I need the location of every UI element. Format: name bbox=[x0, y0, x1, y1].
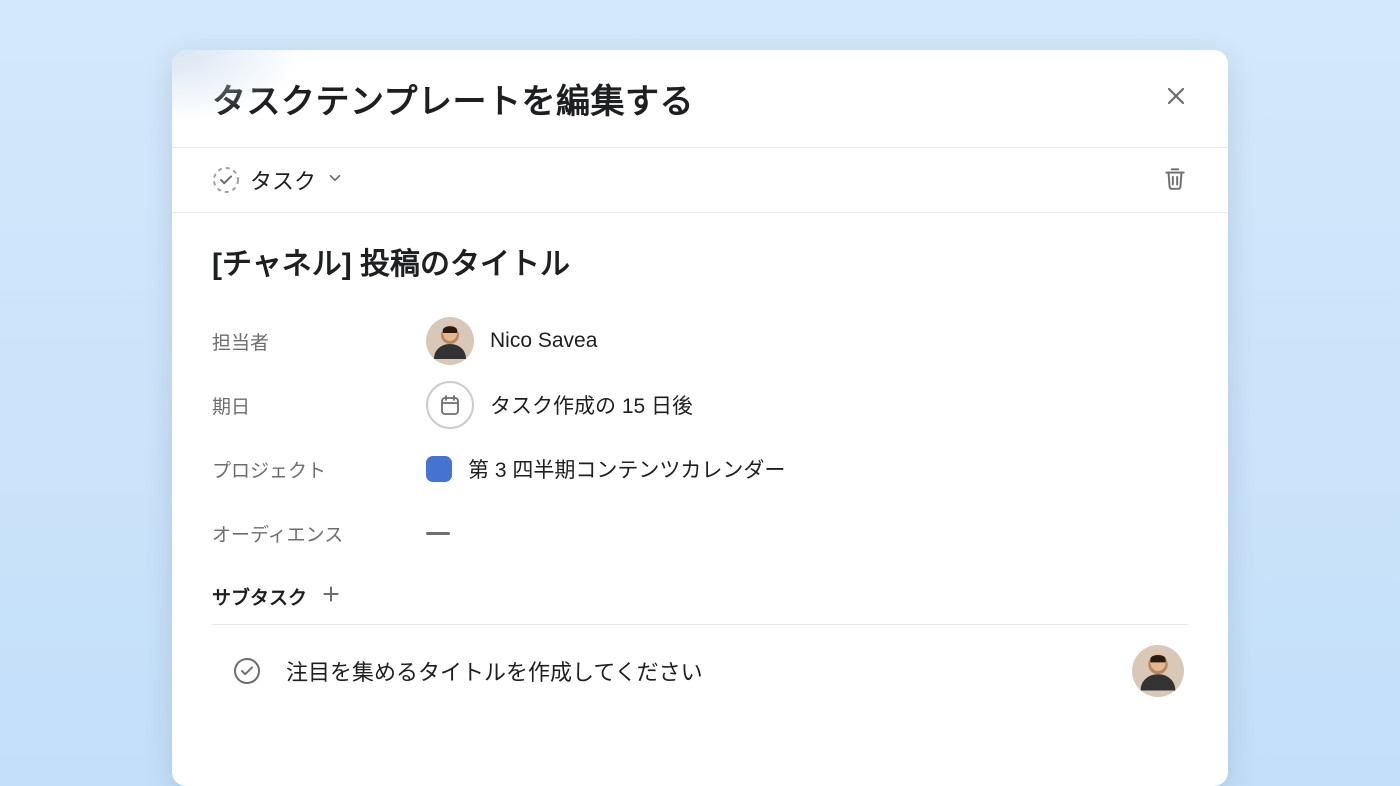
task-template-modal: タスクテンプレートを編集する タスク bbox=[172, 50, 1228, 786]
due-date-text: タスク作成の 15 日後 bbox=[490, 390, 693, 420]
modal-header: タスクテンプレートを編集する bbox=[172, 50, 1228, 148]
due-date-value: タスク作成の 15 日後 bbox=[426, 381, 693, 429]
assignee-name: Nico Savea bbox=[490, 329, 597, 353]
assignee-value: Nico Savea bbox=[426, 317, 597, 365]
audience-label: オーディエンス bbox=[212, 520, 426, 547]
delete-button[interactable] bbox=[1162, 165, 1188, 196]
trash-icon bbox=[1162, 165, 1188, 196]
audience-field[interactable]: オーディエンス bbox=[212, 501, 1188, 565]
add-subtask-button[interactable] bbox=[321, 584, 341, 609]
task-type-label: タスク bbox=[250, 164, 316, 196]
audience-value bbox=[426, 532, 450, 535]
project-field[interactable]: プロジェクト 第 3 四半期コンテンツカレンダー bbox=[212, 437, 1188, 501]
project-name: 第 3 四半期コンテンツカレンダー bbox=[468, 454, 785, 484]
subtasks-label: サブタスク bbox=[212, 583, 307, 610]
subtask-check-icon[interactable] bbox=[232, 656, 262, 686]
due-date-label: 期日 bbox=[212, 392, 426, 419]
subtask-title: 注目を集めるタイトルを作成してください bbox=[286, 655, 1108, 687]
modal-title: タスクテンプレートを編集する bbox=[212, 74, 694, 123]
calendar-icon bbox=[426, 381, 474, 429]
subtask-row[interactable]: 注目を集めるタイトルを作成してください bbox=[212, 625, 1188, 717]
project-color-swatch bbox=[426, 456, 452, 482]
task-type-dropdown[interactable]: タスク bbox=[212, 164, 344, 196]
due-date-field[interactable]: 期日 タスク作成の 15 日後 bbox=[212, 373, 1188, 437]
empty-dash-icon bbox=[426, 532, 450, 535]
chevron-down-icon bbox=[326, 169, 344, 192]
subtask-assignee-avatar[interactable] bbox=[1132, 645, 1184, 697]
close-icon bbox=[1164, 84, 1188, 113]
task-title[interactable]: [チャネル] 投稿のタイトル bbox=[212, 239, 1188, 283]
close-button[interactable] bbox=[1164, 84, 1188, 113]
modal-toolbar: タスク bbox=[172, 148, 1228, 213]
assignee-avatar bbox=[426, 317, 474, 365]
project-value: 第 3 四半期コンテンツカレンダー bbox=[426, 454, 785, 484]
task-check-icon bbox=[212, 166, 240, 194]
project-label: プロジェクト bbox=[212, 456, 426, 483]
plus-icon bbox=[321, 584, 341, 609]
assignee-label: 担当者 bbox=[212, 328, 426, 355]
subtasks-header: サブタスク bbox=[212, 583, 1188, 625]
modal-body: [チャネル] 投稿のタイトル 担当者 Nico Savea 期日 タスク作成の … bbox=[172, 213, 1228, 717]
assignee-field[interactable]: 担当者 Nico Savea bbox=[212, 309, 1188, 373]
